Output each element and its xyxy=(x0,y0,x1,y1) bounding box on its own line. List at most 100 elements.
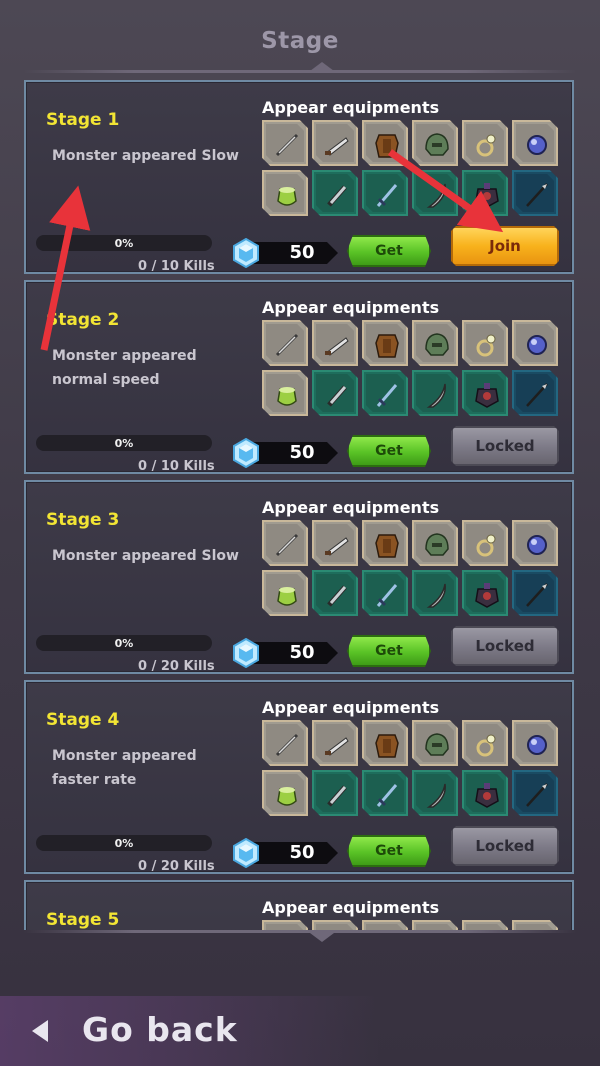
locked-button[interactable]: Locked xyxy=(451,426,559,466)
equipment-slot[interactable] xyxy=(312,770,358,816)
get-button[interactable]: Get xyxy=(347,435,431,467)
equipment-slot[interactable] xyxy=(312,170,358,216)
spear-icon xyxy=(526,583,548,607)
stage-description: Monster appeared normal speed xyxy=(52,348,197,388)
equipment-slot[interactable] xyxy=(512,120,558,166)
equipment-slot[interactable] xyxy=(262,120,308,166)
equipment-slot[interactable] xyxy=(312,370,358,416)
equipment-slot[interactable] xyxy=(512,770,558,816)
get-button[interactable]: Get xyxy=(347,635,431,667)
equipment-slot[interactable] xyxy=(262,320,308,366)
equipment-slot[interactable] xyxy=(412,920,458,930)
stage-description: Monster appeared Slow xyxy=(52,148,239,164)
equipment-slot[interactable] xyxy=(312,720,358,766)
equipment-slot[interactable] xyxy=(312,570,358,616)
equipment-slot[interactable] xyxy=(462,770,508,816)
equipment-slot[interactable] xyxy=(412,570,458,616)
equipment-slot[interactable] xyxy=(262,520,308,566)
equipment-slot[interactable] xyxy=(362,920,408,930)
equipment-slot[interactable] xyxy=(312,920,358,930)
equipment-slot[interactable] xyxy=(262,370,308,416)
equipment-slot[interactable] xyxy=(512,320,558,366)
equipment-slot[interactable] xyxy=(262,720,308,766)
sword-icon xyxy=(376,584,398,607)
go-back-button[interactable]: Go back xyxy=(82,1010,238,1049)
sword-icon xyxy=(376,784,398,807)
gem-cost: 50 xyxy=(232,838,344,868)
knife-icon xyxy=(325,737,349,756)
progress-percent: 0% xyxy=(114,237,134,250)
kills-counter: 0 / 10 Kills xyxy=(138,459,215,474)
equipment-grid xyxy=(262,520,562,616)
leather-armor-icon xyxy=(375,134,399,158)
equipment-slot[interactable] xyxy=(462,720,508,766)
equipment-slot[interactable] xyxy=(462,920,508,930)
equipment-slot[interactable] xyxy=(512,570,558,616)
spear-icon xyxy=(526,183,548,207)
equipment-slot[interactable] xyxy=(362,520,408,566)
equipment-slot[interactable] xyxy=(462,120,508,166)
get-button[interactable]: Get xyxy=(347,235,431,267)
equipment-slot[interactable] xyxy=(412,320,458,366)
back-arrow-icon[interactable] xyxy=(28,1018,54,1044)
locked-button[interactable]: Locked xyxy=(451,626,559,666)
equipment-slot[interactable] xyxy=(312,520,358,566)
green-helmet-icon xyxy=(425,733,449,756)
potion-icon xyxy=(277,787,297,806)
equipment-slot[interactable] xyxy=(412,170,458,216)
stage-list[interactable]: Stage 1 Monster appeared Slow 0% 0 / 10 … xyxy=(0,80,600,930)
equipment-slot[interactable] xyxy=(262,570,308,616)
scimitar-icon xyxy=(426,183,446,208)
stage-description: Monster appeared faster rate xyxy=(52,748,197,788)
get-button[interactable]: Get xyxy=(347,835,431,867)
equipment-slot[interactable] xyxy=(512,170,558,216)
equipment-slot[interactable] xyxy=(262,770,308,816)
equipment-slot[interactable] xyxy=(412,770,458,816)
equipment-slot[interactable] xyxy=(462,320,508,366)
equipment-slot[interactable] xyxy=(462,520,508,566)
equipment-title: Appear equipments xyxy=(262,98,440,117)
equipment-slot[interactable] xyxy=(462,170,508,216)
equipment-slot[interactable] xyxy=(412,520,458,566)
equipment-slot[interactable] xyxy=(262,170,308,216)
equipment-slot[interactable] xyxy=(362,120,408,166)
equipment-slot[interactable] xyxy=(512,720,558,766)
equipment-title: Appear equipments xyxy=(262,498,440,517)
equipment-grid xyxy=(262,320,562,416)
equipment-slot[interactable] xyxy=(412,720,458,766)
equipment-slot[interactable] xyxy=(362,770,408,816)
join-button[interactable]: Join xyxy=(451,226,559,266)
equipment-slot[interactable] xyxy=(512,920,558,930)
stage-name: Stage 3 xyxy=(46,510,120,530)
locked-button[interactable]: Locked xyxy=(451,826,559,866)
equipment-grid xyxy=(262,920,562,930)
equipment-slot[interactable] xyxy=(362,720,408,766)
short-sword-icon xyxy=(327,585,347,607)
kills-counter: 0 / 20 Kills xyxy=(138,659,215,674)
equipment-slot[interactable] xyxy=(312,120,358,166)
stage-card-2: Stage 2 Monster appeared normal speed 0%… xyxy=(24,280,574,474)
equipment-slot[interactable] xyxy=(462,370,508,416)
equipment-slot[interactable] xyxy=(362,370,408,416)
page-title: Stage xyxy=(261,28,339,54)
short-sword-icon xyxy=(327,385,347,407)
equipment-slot[interactable] xyxy=(362,170,408,216)
diamond-icon xyxy=(233,438,259,468)
dark-armor-icon xyxy=(475,383,499,408)
spear-icon xyxy=(526,383,548,407)
equipment-slot[interactable] xyxy=(462,570,508,616)
short-sword-icon xyxy=(327,785,347,807)
equipment-slot[interactable] xyxy=(412,370,458,416)
equipment-slot[interactable] xyxy=(512,370,558,416)
equipment-slot[interactable] xyxy=(362,320,408,366)
gem-cost-value: 50 xyxy=(289,442,315,463)
gem-cost-value: 50 xyxy=(289,842,315,863)
scimitar-icon xyxy=(426,383,446,408)
equipment-slot[interactable] xyxy=(362,570,408,616)
dagger-icon xyxy=(275,533,299,557)
equipment-slot[interactable] xyxy=(412,120,458,166)
equipment-slot[interactable] xyxy=(312,320,358,366)
equipment-slot[interactable] xyxy=(512,520,558,566)
dagger-icon xyxy=(275,333,299,357)
equipment-slot[interactable] xyxy=(262,920,308,930)
